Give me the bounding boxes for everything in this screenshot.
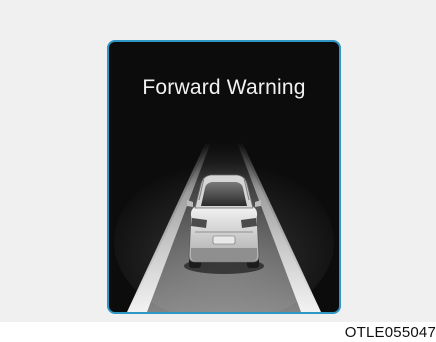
- manual-figure: Forward Warning OTLE055047: [0, 0, 436, 342]
- cluster-display: Forward Warning: [107, 40, 341, 314]
- warning-title: Forward Warning: [142, 76, 306, 99]
- figure-code: OTLE055047: [344, 324, 436, 341]
